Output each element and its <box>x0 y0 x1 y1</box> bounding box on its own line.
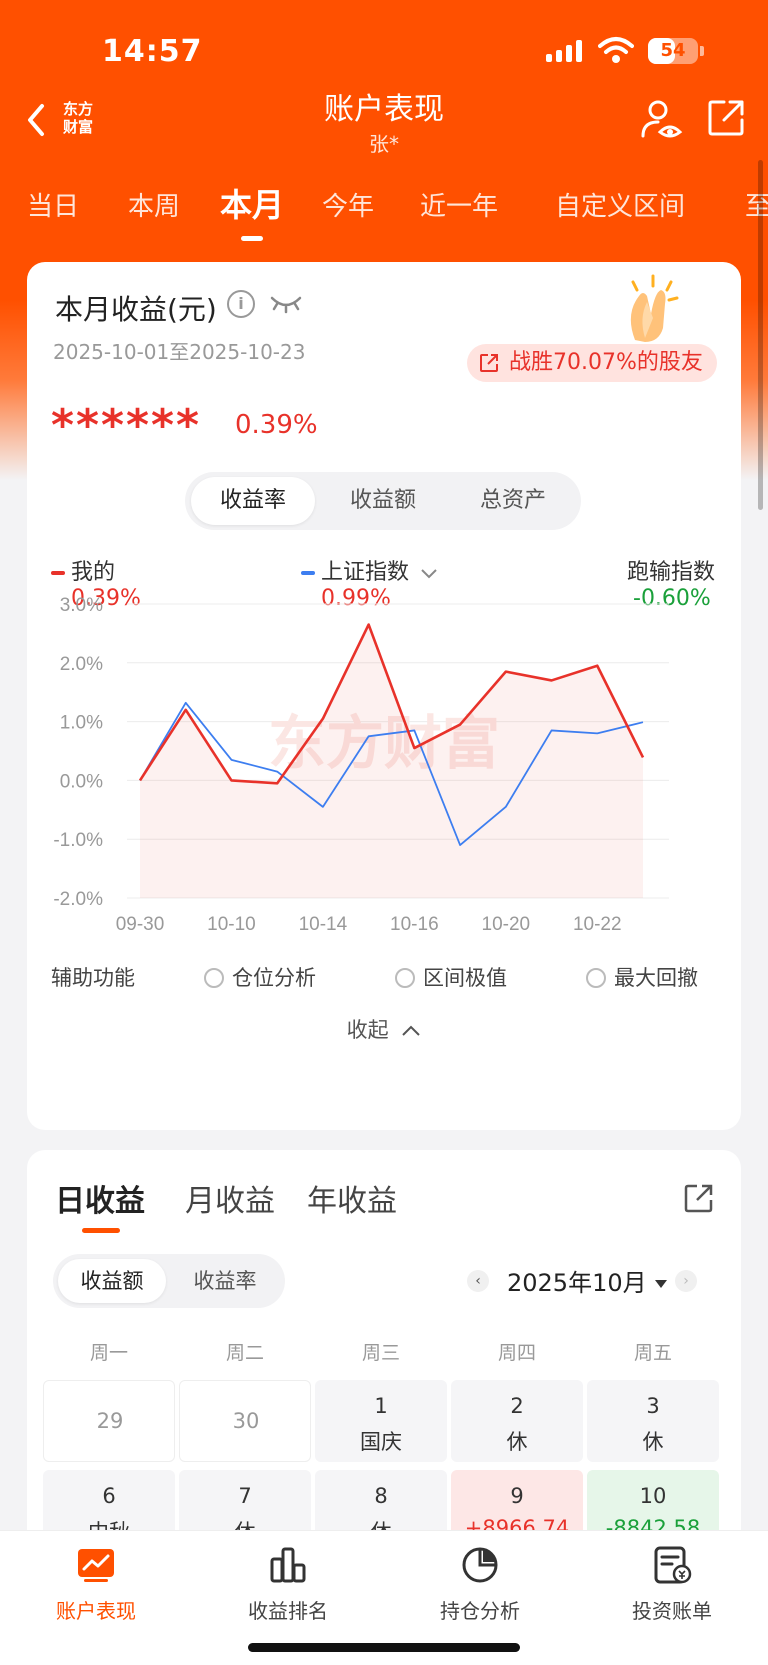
income-tab-indicator <box>82 1228 120 1233</box>
x-tick-label: 09-30 <box>116 914 165 935</box>
calendar-day[interactable]: 3休 <box>587 1380 719 1462</box>
y-tick-label: 0.0% <box>60 771 103 792</box>
calendar-day[interactable]: 29 <box>43 1380 175 1462</box>
battery-icon: 54 <box>648 38 698 64</box>
clap-hands-icon <box>630 274 679 342</box>
metric-tab-assets[interactable]: 总资产 <box>451 477 575 525</box>
collapse-button[interactable]: 收起 <box>27 1014 741 1044</box>
x-tick-label: 10-14 <box>299 914 348 935</box>
metric-tab-amount[interactable]: 收益额 <box>321 477 445 525</box>
signal-icon <box>546 40 586 62</box>
share-small-icon <box>480 354 498 372</box>
x-tick-label: 10-10 <box>207 914 256 935</box>
prev-month-button[interactable]: ‹ <box>467 1270 489 1292</box>
aux-label: 辅助功能 <box>51 966 135 990</box>
aux-position-analysis[interactable]: 仓位分析 <box>204 962 316 992</box>
weekday-thu: 周四 <box>497 1342 536 1364</box>
pie-chart-icon <box>462 1547 498 1583</box>
next-month-button[interactable]: › <box>675 1270 697 1292</box>
tab-this-week[interactable]: 本周 <box>128 186 180 223</box>
return-chart[interactable]: 3.0%2.0%1.0%0.0%-1.0%-2.0%东方财富09-3010-10… <box>27 582 741 952</box>
bar-chart-icon <box>270 1547 306 1583</box>
scrollbar[interactable] <box>758 160 763 510</box>
calendar-day[interactable]: 30 <box>179 1380 311 1462</box>
aux-range-extremes[interactable]: 区间极值 <box>395 962 507 992</box>
radio-icon <box>586 968 606 988</box>
caret-down-icon <box>655 1280 668 1288</box>
radio-icon <box>395 968 415 988</box>
month-selector[interactable]: 2025年10月 <box>507 1263 668 1298</box>
share-button[interactable] <box>683 1182 715 1214</box>
legend-index-swatch <box>301 571 315 575</box>
status-time: 14:57 <box>102 34 203 69</box>
metric-tab-rate[interactable]: 收益率 <box>191 477 315 525</box>
battery-level: 54 <box>660 40 686 61</box>
legend-mine-swatch <box>51 571 65 575</box>
y-tick-label: -1.0% <box>53 830 103 851</box>
summary-title: 本月收益(元) <box>55 293 217 326</box>
calendar-day[interactable]: 2休 <box>451 1380 583 1462</box>
aux-functions: 辅助功能 仓位分析 区间极值 最大回撤 <box>51 962 731 1002</box>
income-tab-rate[interactable]: 收益率 <box>171 1259 279 1303</box>
trend-chart-icon <box>78 1549 114 1582</box>
eye-closed-icon[interactable] <box>269 292 303 314</box>
monthly-return-card: 本月收益(元) i 2025-10-01至2025-10-23 战胜70.07%… <box>27 262 741 1130</box>
tab-this-month[interactable]: 本月 <box>220 180 284 226</box>
chevron-down-icon <box>421 569 437 579</box>
metric-segmented-control: 收益率 收益额 总资产 <box>185 472 581 530</box>
tab-custom-range[interactable]: 自定义区间 <box>555 186 685 223</box>
share-button[interactable] <box>706 98 746 138</box>
home-indicator <box>248 1643 520 1652</box>
tab-yearly-income[interactable]: 年收益 <box>307 1176 397 1220</box>
x-tick-label: 10-22 <box>573 914 622 935</box>
weekday-wed: 周三 <box>361 1342 400 1364</box>
tab-indicator <box>241 236 263 241</box>
info-icon[interactable]: i <box>227 290 255 318</box>
y-tick-label: 3.0% <box>60 595 103 616</box>
masked-amount: ****** <box>51 400 202 451</box>
x-tick-label: 10-16 <box>390 914 439 935</box>
beat-peers-badge[interactable]: 战胜70.07%的股友 <box>467 344 717 382</box>
weekday-mon: 周一 <box>89 1342 128 1364</box>
income-metric-segmented-control: 收益额 收益率 <box>53 1254 285 1308</box>
period-tabs: 当日 本周 本月 今年 近一年 自定义区间 至 <box>0 186 768 246</box>
radio-icon <box>204 968 224 988</box>
tab-monthly-income[interactable]: 月收益 <box>185 1176 275 1220</box>
series-area-mine <box>140 624 643 898</box>
income-tab-amount[interactable]: 收益额 <box>58 1259 166 1303</box>
beat-peers-text: 战胜70.07%的股友 <box>509 350 703 375</box>
nav-investment-statement[interactable]: 投资账单 <box>576 1545 768 1624</box>
return-percent: 0.39% <box>235 410 318 440</box>
tab-today[interactable]: 当日 <box>27 186 79 223</box>
y-tick-label: 2.0% <box>60 654 103 675</box>
nav-holdings-analysis[interactable]: 持仓分析 <box>384 1545 576 1624</box>
nav-return-ranking[interactable]: 收益排名 <box>192 1545 384 1624</box>
calendar-day[interactable]: 1 国庆 <box>315 1380 447 1462</box>
y-tick-label: -2.0% <box>53 889 103 910</box>
weekday-tue: 周二 <box>225 1342 264 1364</box>
wifi-icon <box>598 37 634 63</box>
privacy-user-icon[interactable] <box>640 98 684 142</box>
tab-last-year[interactable]: 近一年 <box>420 186 498 223</box>
x-tick-label: 10-20 <box>482 914 531 935</box>
income-calendar-card: 日收益 月收益 年收益 收益额 收益率 ‹ 2025年10月 › 周一 周二 周… <box>27 1150 741 1552</box>
statement-icon <box>654 1546 692 1584</box>
aux-max-drawdown[interactable]: 最大回撤 <box>586 962 698 992</box>
date-range: 2025-10-01至2025-10-23 <box>53 340 306 364</box>
chevron-up-icon <box>402 1025 421 1036</box>
tab-daily-income[interactable]: 日收益 <box>55 1176 145 1220</box>
y-tick-label: 1.0% <box>60 713 103 734</box>
tab-more[interactable]: 至 <box>745 186 768 223</box>
battery-tip <box>700 46 704 56</box>
weekday-fri: 周五 <box>633 1342 672 1364</box>
tab-this-year[interactable]: 今年 <box>322 186 374 223</box>
nav-account-performance[interactable]: 账户表现 <box>0 1545 192 1624</box>
